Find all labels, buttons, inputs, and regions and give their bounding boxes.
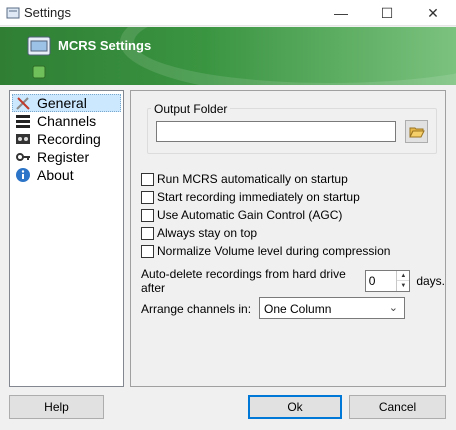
nav-item-label: Recording xyxy=(37,131,101,147)
general-settings-panel: Output Folder Run MCRS automatically on … xyxy=(130,90,446,387)
app-icon xyxy=(6,7,20,19)
recording-badge-icon xyxy=(32,65,46,79)
nav-item-general[interactable]: General xyxy=(12,94,121,112)
spinner-up-icon[interactable]: ▲ xyxy=(397,271,410,281)
spinner-down-icon[interactable]: ▼ xyxy=(397,281,409,291)
nav-item-label: About xyxy=(37,167,74,183)
nav-item-about[interactable]: About xyxy=(12,166,121,184)
checkbox[interactable] xyxy=(141,226,154,240)
banner-decoration xyxy=(120,27,456,85)
tools-icon xyxy=(16,97,30,110)
cancel-button-label: Cancel xyxy=(378,400,417,414)
auto-delete-unit: days. xyxy=(416,274,445,288)
auto-delete-label: Auto-delete recordings from hard drive a… xyxy=(141,267,346,295)
option-label: Use Automatic Gain Control (AGC) xyxy=(157,208,343,222)
browse-folder-button[interactable] xyxy=(405,120,428,143)
nav-item-register[interactable]: Register xyxy=(12,148,121,166)
output-folder-input[interactable] xyxy=(156,121,396,142)
bars-icon xyxy=(16,115,30,128)
option-start-recording[interactable]: Start recording immediately on startup xyxy=(141,189,360,205)
option-run-on-startup[interactable]: Run MCRS automatically on startup xyxy=(141,171,348,187)
header-banner: MCRS Settings xyxy=(0,27,456,85)
info-icon xyxy=(16,168,30,182)
banner-title: MCRS Settings xyxy=(58,38,152,53)
option-label: Always stay on top xyxy=(157,226,258,240)
help-button-label: Help xyxy=(44,400,69,414)
ok-button[interactable]: Ok xyxy=(248,395,342,419)
title-bar: Settings — ☐ ✕ xyxy=(0,0,456,26)
settings-logo-icon xyxy=(27,36,51,56)
maximize-button[interactable]: ☐ xyxy=(364,0,410,26)
arrange-channels-select[interactable]: One Column ⌄ xyxy=(259,297,405,319)
help-button[interactable]: Help xyxy=(9,395,104,419)
minimize-button[interactable]: — xyxy=(318,0,364,26)
option-always-on-top[interactable]: Always stay on top xyxy=(141,225,257,241)
nav-item-label: General xyxy=(37,95,87,111)
close-button[interactable]: ✕ xyxy=(410,0,456,26)
auto-delete-days-value[interactable]: 0 xyxy=(369,274,376,288)
option-label: Start recording immediately on startup xyxy=(157,190,360,204)
nav-item-channels[interactable]: Channels xyxy=(12,112,121,130)
checkbox[interactable] xyxy=(141,190,154,204)
tape-icon xyxy=(16,134,30,144)
nav-item-recording[interactable]: Recording xyxy=(12,130,121,148)
nav-item-label: Channels xyxy=(37,113,97,129)
option-normalize-volume[interactable]: Normalize Volume level during compressio… xyxy=(141,243,390,259)
auto-delete-row: Auto-delete recordings from hard drive a… xyxy=(141,267,445,295)
checkbox[interactable] xyxy=(141,208,154,222)
output-folder-label: Output Folder xyxy=(151,102,231,116)
arrange-channels-label: Arrange channels in: xyxy=(141,302,252,316)
auto-delete-days-spinner[interactable]: 0 ▲ ▼ xyxy=(364,270,411,292)
key-icon xyxy=(16,153,30,161)
cancel-button[interactable]: Cancel xyxy=(349,395,446,419)
settings-nav: General Channels Recording Register Abou… xyxy=(9,90,124,387)
arrange-channels-value: One Column xyxy=(264,302,332,316)
option-label: Run MCRS automatically on startup xyxy=(157,172,348,186)
checkbox[interactable] xyxy=(141,172,154,186)
window-title: Settings xyxy=(24,5,71,20)
arrange-channels-row: Arrange channels in: One Column ⌄ xyxy=(141,297,441,319)
chevron-down-icon: ⌄ xyxy=(388,302,398,314)
ok-button-label: Ok xyxy=(287,400,303,414)
checkbox[interactable] xyxy=(141,244,154,258)
folder-open-icon xyxy=(408,127,425,137)
option-label: Normalize Volume level during compressio… xyxy=(157,244,391,258)
nav-item-label: Register xyxy=(37,149,90,165)
option-agc[interactable]: Use Automatic Gain Control (AGC) xyxy=(141,207,342,223)
